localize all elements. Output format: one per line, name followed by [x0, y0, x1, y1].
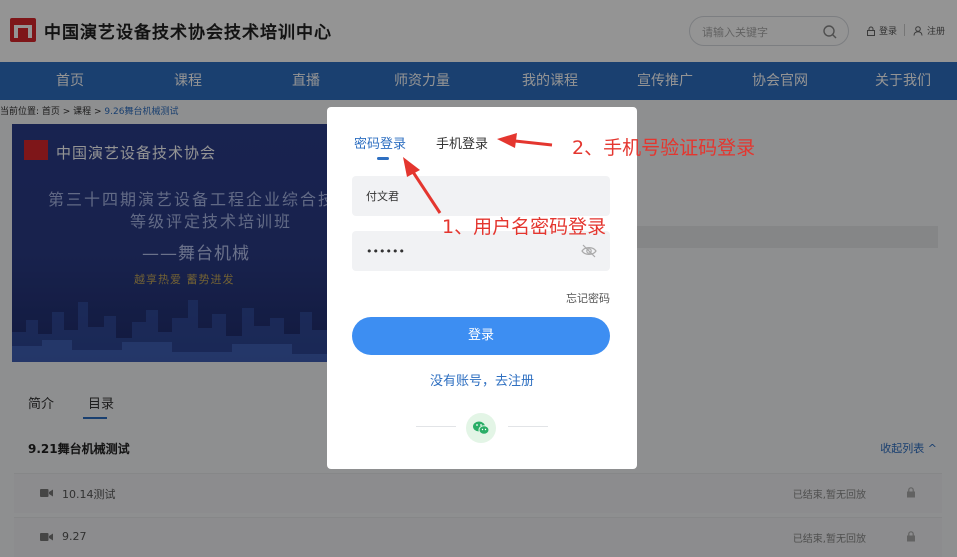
login-tab-indicator: [377, 157, 389, 160]
password-input[interactable]: [366, 242, 566, 260]
divider-right: [508, 426, 548, 427]
wechat-icon: [473, 421, 490, 435]
annotation-phone-login-text: 手机号验证码登录: [603, 137, 756, 159]
login-button[interactable]: 登录: [352, 317, 610, 355]
wechat-login-button[interactable]: [466, 413, 496, 443]
login-modal: 密码登录 手机登录 忘记密码 登录 没有账号，去注册: [327, 107, 637, 469]
annotation-phone-login: 2、手机号验证码登录: [572, 133, 755, 160]
username-input[interactable]: [366, 187, 566, 205]
username-field[interactable]: [352, 176, 610, 216]
divider-left: [416, 426, 456, 427]
register-link[interactable]: 没有账号，去注册: [327, 370, 637, 389]
eye-hidden-icon[interactable]: [580, 242, 598, 260]
annotation-phone-login-prefix: 2、: [572, 137, 604, 159]
forgot-password-link[interactable]: 忘记密码: [566, 290, 610, 306]
annotation-password-login: 1、用户名密码登录: [442, 216, 607, 238]
tab-password-login[interactable]: 密码登录: [354, 133, 406, 152]
tab-phone-login[interactable]: 手机登录: [436, 133, 488, 152]
